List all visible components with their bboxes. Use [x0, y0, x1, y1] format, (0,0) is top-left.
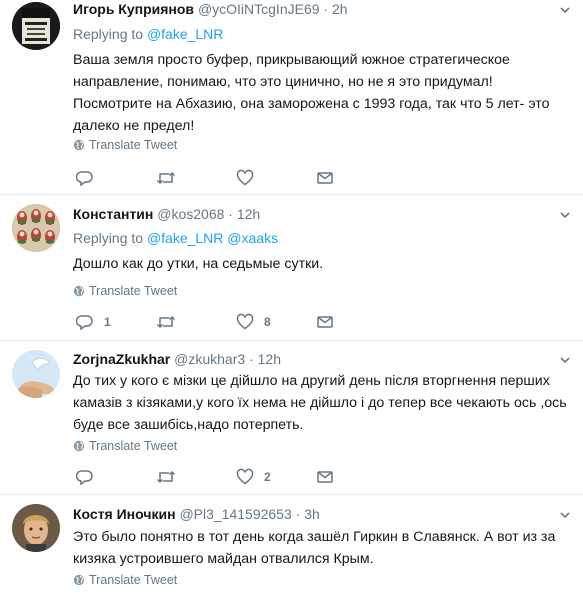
tweet[interactable]: Константин @kos2068 · 12h Replying to @f…: [0, 194, 583, 341]
direct-message-button[interactable]: [316, 313, 334, 331]
mention-link[interactable]: @fake_LNR: [147, 26, 223, 42]
chevron-down-icon[interactable]: [559, 509, 571, 521]
like-button[interactable]: [236, 169, 264, 187]
display-name[interactable]: Костя Иночкин: [73, 506, 176, 522]
replying-to: Replying to @fake_LNR @xaaks: [73, 230, 278, 246]
avatar[interactable]: [12, 204, 60, 252]
direct-message-button[interactable]: [316, 169, 334, 187]
retweet-button[interactable]: [156, 313, 186, 331]
translate-tweet-link[interactable]: Translate Tweet: [73, 439, 177, 453]
tweet-header: Константин @kos2068 · 12h: [73, 206, 260, 222]
reply-count: 1: [104, 315, 111, 329]
like-count: 2: [264, 470, 271, 484]
tweet-actions: 1 8: [76, 313, 336, 331]
timestamp[interactable]: 2h: [332, 1, 348, 17]
reply-button[interactable]: [76, 169, 104, 187]
globe-icon: [73, 574, 85, 586]
display-name[interactable]: Константин: [73, 206, 153, 222]
tweet-text: Дошло как до утки, на седьмые сутки.: [73, 256, 324, 272]
reply-icon: [76, 313, 94, 331]
tweet-header: ZorjnaZkukhar @zkukhar3 · 12h: [73, 351, 281, 367]
like-button[interactable]: 8: [236, 313, 271, 331]
retweet-icon: [156, 468, 176, 486]
translate-tweet-link[interactable]: Translate Tweet: [73, 284, 177, 298]
translate-label: Translate Tweet: [89, 138, 178, 152]
timestamp[interactable]: 12h: [258, 351, 281, 367]
separator: ·: [228, 206, 233, 222]
display-name[interactable]: ZorjnaZkukhar: [73, 351, 170, 367]
username[interactable]: @Pl3_141592653: [179, 506, 291, 522]
like-icon: [236, 313, 254, 331]
separator: ·: [249, 351, 254, 367]
retweet-icon: [156, 169, 176, 187]
direct-message-button[interactable]: [316, 468, 334, 486]
like-button[interactable]: 2: [236, 468, 271, 486]
tweet[interactable]: Игорь Куприянов @ycOIiNTcgInJE69 · 2h Re…: [0, 0, 583, 195]
username[interactable]: @ycOIiNTcgInJE69: [198, 1, 320, 17]
message-icon: [316, 169, 334, 187]
translate-tweet-link[interactable]: Translate Tweet: [73, 138, 177, 152]
replying-to: Replying to @fake_LNR: [73, 26, 223, 42]
tweet-header: Игорь Куприянов @ycOIiNTcgInJE69 · 2h: [73, 1, 348, 17]
tweet-actions: 2: [76, 468, 336, 486]
globe-icon: [73, 139, 85, 151]
reply-button[interactable]: 1: [76, 313, 111, 331]
reply-icon: [76, 468, 94, 486]
translate-label: Translate Tweet: [89, 573, 178, 587]
avatar[interactable]: [12, 504, 60, 552]
retweet-button[interactable]: [156, 169, 186, 187]
replying-to-label: Replying to: [73, 26, 144, 42]
separator: ·: [295, 506, 301, 522]
tweet-text: Ваша земля просто буфер, прикрывающий юж…: [73, 52, 550, 134]
translate-label: Translate Tweet: [89, 284, 178, 298]
tweet-text: Это было понятно в тот день когда зашёл …: [73, 529, 556, 567]
like-icon: [236, 468, 254, 486]
avatar[interactable]: [12, 350, 60, 398]
tweet-header: Костя Иночкин @Pl3_141592653 · 3h: [73, 506, 320, 522]
replying-to-label: Replying to: [73, 230, 144, 246]
message-icon: [316, 468, 334, 486]
globe-icon: [73, 440, 85, 452]
username[interactable]: @zkukhar3: [174, 351, 245, 367]
separator: ·: [323, 1, 329, 17]
translate-tweet-link[interactable]: Translate Tweet: [73, 573, 177, 587]
retweet-icon: [156, 313, 176, 331]
reply-icon: [76, 169, 94, 187]
like-count: 8: [264, 315, 271, 329]
mention-link[interactable]: @xaaks: [227, 230, 278, 246]
globe-icon: [73, 285, 85, 297]
chevron-down-icon[interactable]: [559, 4, 571, 16]
reply-button[interactable]: [76, 468, 104, 486]
chevron-down-icon[interactable]: [559, 354, 571, 366]
tweet-text: До тих у кого є мізки це дійшло на други…: [73, 373, 567, 433]
retweet-button[interactable]: [156, 468, 186, 486]
tweet-actions: [76, 169, 336, 187]
username[interactable]: @kos2068: [157, 206, 224, 222]
mention-link[interactable]: @fake_LNR: [147, 230, 223, 246]
tweet[interactable]: Костя Иночкин @Pl3_141592653 · 3h Это бы…: [0, 494, 583, 604]
timestamp[interactable]: 3h: [304, 506, 320, 522]
timestamp[interactable]: 12h: [237, 206, 260, 222]
avatar[interactable]: [12, 2, 60, 50]
chevron-down-icon[interactable]: [559, 209, 571, 221]
translate-label: Translate Tweet: [89, 439, 178, 453]
display-name[interactable]: Игорь Куприянов: [73, 1, 194, 17]
message-icon: [316, 313, 334, 331]
like-icon: [236, 169, 254, 187]
tweet[interactable]: ZorjnaZkukhar @zkukhar3 · 12h До тих у к…: [0, 340, 583, 495]
